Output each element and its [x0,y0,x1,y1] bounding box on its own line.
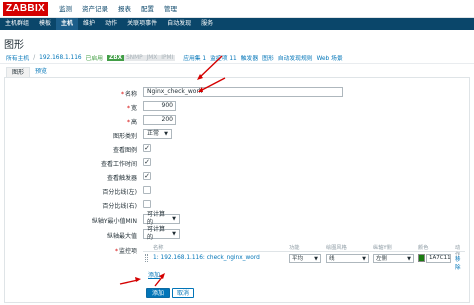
tab-graph[interactable]: 图形 [6,67,31,77]
cancel-button[interactable]: 取消 [172,288,194,298]
menu-administration[interactable]: 管理 [159,0,182,18]
tab-preview[interactable]: 预览 [30,67,52,77]
drag-handle-icon[interactable] [145,254,148,262]
draw-style-select[interactable]: 线 ▼ [326,254,369,263]
y-axis-side-select[interactable]: 左侧 ▼ [373,254,414,263]
link-items[interactable]: 监控项 11 [210,53,237,62]
chevron-down-icon: ▼ [362,255,366,262]
height-label: 高 [130,119,137,126]
submenu-services[interactable]: 服务 [196,18,218,30]
ymin-label: 纵轴Y最小值MIN [91,218,137,225]
width-input[interactable]: 900 [143,101,176,111]
color-input[interactable]: 1A7C11 [426,254,451,263]
chevron-down-icon: ▼ [164,131,168,137]
sub-menu: 主机群组 模板 主机 维护 动作 关联项事件 自动发现 服务 [0,18,474,30]
chevron-down-icon: ▼ [172,231,176,237]
ymin-row: 纵轴Y最小值MIN 可计算的 ▼ [5,211,471,226]
menu-monitoring[interactable]: 监测 [54,0,77,18]
percentile-left-label: 百分比线(左) [102,189,137,196]
chevron-down-icon: ▼ [314,255,318,262]
show-working-time-row: 查看工作时间 ✓ [5,157,471,169]
snmp-availability-badge: SNMP [124,54,145,61]
ymin-select[interactable]: 可计算的 ▼ [143,211,180,226]
graph-type-row: 图形类别 正常 ▼ [5,129,471,141]
link-applications[interactable]: 应用集 1 [183,53,206,62]
show-triggers-row: 查看触发器 ✓ [5,171,471,183]
col-function: 功能 [289,245,300,251]
ipmi-availability-badge: IPMI [159,54,176,61]
percentile-right-label: 百分比线(右) [102,203,137,210]
items-label: 监控项 [118,248,137,255]
zabbix-logo[interactable]: ZABBIX [3,2,48,16]
top-bar: ZABBIX 监测 资产记录 报表 配置 管理 [0,0,474,18]
percentile-right-row: 百分比线(右) [5,199,471,211]
col-name: 名称 [153,245,164,251]
link-web-scenarios[interactable]: Web 场景 [317,53,343,62]
items-table-header: 名称 功能 绘图风格 纵轴Y侧 颜色 动作 [143,242,465,258]
graph-form: *名称 Nginx_check_work *宽 900 *高 200 图形类别 … [4,77,470,303]
show-working-time-label: 查看工作时间 [100,161,137,168]
link-graphs[interactable]: 图形 [262,53,274,62]
jmx-availability-badge: JMX [144,54,160,61]
submenu-discovery[interactable]: 自动发现 [162,18,196,30]
submenu-event-correlation[interactable]: 关联项事件 [122,18,162,30]
col-color: 颜色 [418,245,429,251]
ymax-select[interactable]: 可计算的 ▼ [143,226,180,241]
chevron-down-icon: ▼ [172,216,176,222]
percentile-left-row: 百分比线(左) [5,185,471,197]
submenu-maintenance[interactable]: 维护 [78,18,100,30]
color-swatch[interactable] [418,254,425,262]
menu-inventory[interactable]: 资产记录 [77,0,113,18]
page-title: 图形 [4,40,24,51]
link-triggers[interactable]: 触发器 [241,53,258,62]
name-row: *名称 Nginx_check_work [5,87,471,99]
submenu-actions[interactable]: 动作 [100,18,122,30]
table-row: 1: 192.168.1.116: check_nginx_word 平均 ▼ 线… [143,252,465,271]
breadcrumb: 所有主机 / 192.168.1.116 已启用 ZBX SNMP JMX IP… [0,52,474,64]
link-discovery-rules[interactable]: 自动发现规则 [278,53,313,62]
zbx-availability-badge: ZBX [106,54,125,61]
graph-type-select[interactable]: 正常 ▼ [143,129,172,139]
breadcrumb-all-hosts[interactable]: 所有主机 [6,53,29,62]
name-label: 名称 [124,91,137,98]
show-legend-label: 查看图例 [112,147,137,154]
breadcrumb-host[interactable]: 192.168.1.116 [39,55,81,61]
ymax-row: 纵轴最大值 可计算的 ▼ [5,226,471,241]
chevron-down-icon: ▼ [407,255,411,262]
menu-configuration[interactable]: 配置 [136,0,159,18]
show-working-time-checkbox[interactable]: ✓ [143,158,151,166]
width-label: 宽 [130,105,137,112]
show-legend-checkbox[interactable]: ✓ [143,144,151,152]
ymax-label: 纵轴最大值 [106,233,137,240]
form-tabs: 图形 预览 [6,67,52,77]
add-item-link[interactable]: 添加 [148,270,160,279]
height-input[interactable]: 200 [143,115,176,125]
col-draw-style: 绘图风格 [326,245,347,251]
submenu-templates[interactable]: 模板 [34,18,56,30]
items-table: 名称 功能 绘图风格 纵轴Y侧 颜色 动作 1: 192.168.1.116: … [143,242,465,271]
remove-item-link[interactable]: 移除 [455,255,465,271]
menu-reports[interactable]: 报表 [113,0,136,18]
breadcrumb-separator: / [33,54,36,61]
percentile-right-checkbox[interactable] [143,200,151,208]
name-input[interactable]: Nginx_check_work [143,87,343,97]
function-select[interactable]: 平均 ▼ [289,254,321,263]
show-triggers-checkbox[interactable]: ✓ [143,172,151,180]
col-y-axis-side: 纵轴Y侧 [373,245,392,251]
percentile-left-checkbox[interactable] [143,186,151,194]
required-marker: * [120,91,124,98]
width-row: *宽 900 [5,101,471,113]
show-triggers-label: 查看触发器 [106,175,137,182]
submenu-host-groups[interactable]: 主机群组 [0,18,34,30]
main-menu: 监测 资产记录 报表 配置 管理 [54,0,182,18]
submenu-hosts[interactable]: 主机 [56,18,79,30]
add-button[interactable]: 添加 [146,288,170,298]
host-status[interactable]: 已启用 [86,53,103,62]
height-row: *高 200 [5,115,471,127]
graph-type-label: 图形类别 [112,133,137,140]
item-name-link[interactable]: 1: 192.168.1.116: check_nginx_word [153,255,260,261]
show-legend-row: 查看图例 ✓ [5,143,471,155]
